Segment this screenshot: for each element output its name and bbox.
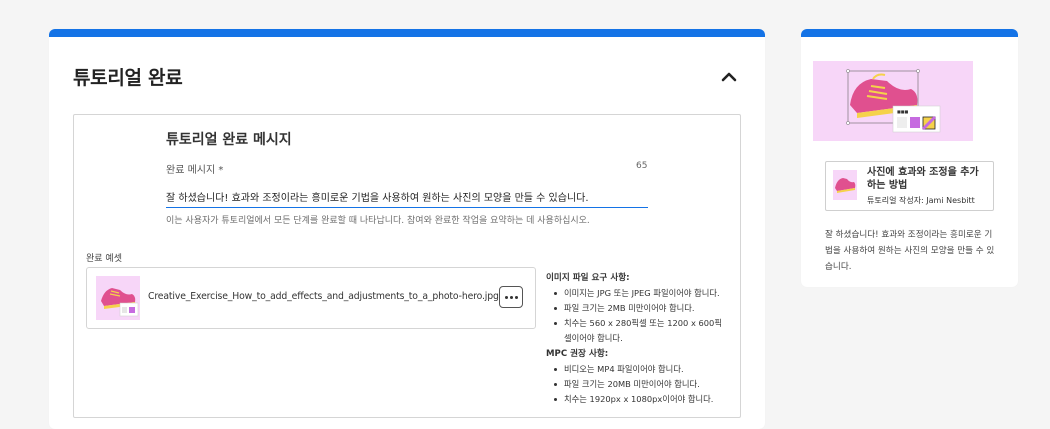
image-requirements-title: 이미지 파일 요구 사항: bbox=[546, 273, 630, 283]
list-item: 파일 크기는 2MB 미만이어야 합니다. bbox=[554, 301, 726, 316]
shoe-thumbnail bbox=[833, 170, 857, 200]
image-requirements: 이미지 파일 요구 사항: 이미지는 JPG 또는 JPEG 파일이어야 합니다… bbox=[546, 271, 726, 346]
mpc-recommendations: MPC 권장 사항: 비디오는 MP4 파일이어야 합니다. 파일 크기는 20… bbox=[546, 347, 726, 407]
message-field-label: 완료 메시지 * bbox=[166, 165, 224, 176]
example-asset-label: 완료 예셋 bbox=[86, 254, 122, 264]
panel-accent-bar bbox=[801, 29, 1018, 37]
character-count: 65 bbox=[636, 161, 648, 171]
help-text: 이는 사용자가 튜토리얼에서 모든 단계를 완료할 때 나타납니다. 참여와 완… bbox=[166, 216, 590, 226]
more-icon bbox=[504, 295, 519, 299]
more-options-button[interactable] bbox=[499, 286, 523, 308]
tutorial-author: 튜토리얼 작성자: Jami Nesbitt bbox=[867, 196, 975, 205]
completion-message-input[interactable] bbox=[166, 185, 648, 208]
completion-message-section: 튜토리얼 완료 메시지 완료 메시지 * 65 이는 사용자가 튜토리얼에서 모… bbox=[73, 114, 741, 418]
file-name: Creative_Exercise_How_to_add_effects_and… bbox=[148, 291, 499, 302]
section-heading: 튜토리얼 완료 메시지 bbox=[166, 132, 292, 148]
svg-text:■■■: ■■■ bbox=[897, 109, 909, 114]
list-item: 비디오는 MP4 파일이어야 합니다. bbox=[554, 362, 726, 377]
list-item: 치수는 560 x 280픽셀 또는 1200 x 600픽셀이어야 합니다. bbox=[554, 316, 726, 346]
list-item: 치수는 1920px x 1080px이어야 합니다. bbox=[554, 392, 726, 407]
completion-message-preview: 잘 하셨습니다! 효과와 조정이라는 흥미로운 기법을 사용하여 원하는 사진의… bbox=[825, 230, 995, 272]
list-item: 이미지는 JPG 또는 JPEG 파일이어야 합니다. bbox=[554, 286, 726, 301]
mpc-title: MPC 권장 사항: bbox=[546, 349, 609, 359]
tutorial-card[interactable]: 사진에 효과와 조정을 추가하는 방법 튜토리얼 작성자: Jami Nesbi… bbox=[825, 161, 994, 211]
chevron-up-icon bbox=[721, 72, 737, 82]
collapse-button[interactable] bbox=[719, 69, 739, 85]
shoe-image: ■■■ bbox=[813, 61, 973, 141]
preview-panel: ■■■ 사진에 효과와 조정을 추가하는 방법 튜토리얼 작성자: Jami N… bbox=[801, 29, 1018, 287]
panel-accent-bar bbox=[49, 29, 765, 37]
panel-title: 튜토리얼 완료 bbox=[73, 67, 183, 89]
tutorial-completion-panel: 튜토리얼 완료 튜토리얼 완료 메시지 완료 메시지 * 65 이는 사용자가 … bbox=[49, 29, 765, 429]
shoe-thumbnail bbox=[96, 276, 140, 320]
example-asset-file[interactable]: Creative_Exercise_How_to_add_effects_and… bbox=[86, 267, 536, 329]
list-item: 파일 크기는 20MB 미만이어야 합니다. bbox=[554, 377, 726, 392]
tutorial-title: 사진에 효과와 조정을 추가하는 방법 bbox=[867, 167, 979, 191]
